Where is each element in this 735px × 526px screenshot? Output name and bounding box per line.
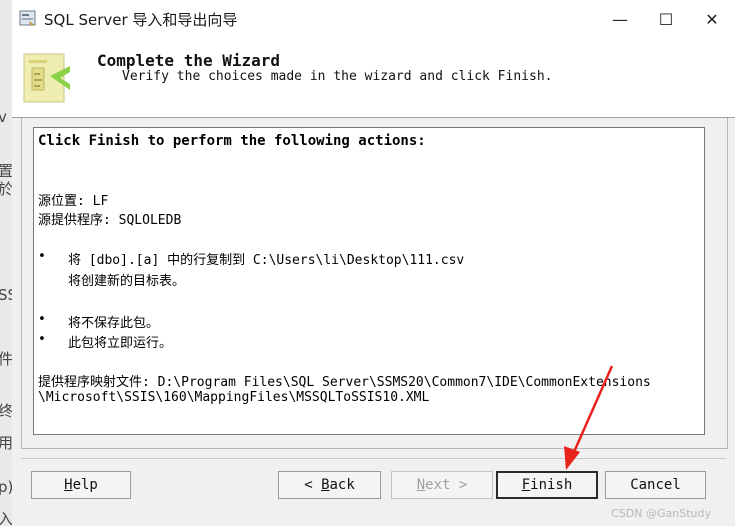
help-label: elp [72, 477, 98, 493]
wizard-header: Complete the Wizard Verify the choices m… [12, 38, 735, 118]
finish-mnemonic: F [521, 477, 531, 493]
sql-server-wizard-app-icon [19, 10, 36, 26]
next-mnemonic: N [416, 477, 426, 493]
page-title: Complete the Wizard [97, 51, 281, 70]
minimize-icon: — [612, 9, 628, 29]
help-mnemonic: H [64, 477, 73, 493]
run-immediately-action: 此包将立即运行。 [68, 336, 173, 351]
create-table-action: 将创建新的目标表。 [68, 274, 186, 289]
background-text: v [0, 108, 7, 126]
back-arrow-label: < [304, 477, 322, 493]
close-button[interactable]: ✕ [689, 0, 735, 38]
help-button[interactable]: Help [31, 471, 131, 499]
bullet-marker: • [38, 332, 46, 347]
window-title: SQL Server 导入和导出向导 [44, 11, 238, 29]
page-subtitle: Verify the choices made in the wizard an… [122, 69, 553, 84]
copy-rows-action: 将 [dbo].[a] 中的行复制到 C:\Users\li\Desktop\1… [68, 253, 465, 268]
finish-label: inish [530, 477, 573, 493]
bullet-marker: • [38, 312, 46, 327]
watermark-text: CSDN @GanStudy [611, 507, 711, 520]
back-label: ack [329, 477, 355, 493]
back-button[interactable]: < Back [278, 471, 381, 499]
cancel-label: Cancel [630, 477, 681, 493]
summary-heading: Click Finish to perform the following ac… [38, 133, 426, 149]
finish-button[interactable]: Finish [496, 471, 598, 499]
title-bar[interactable]: SQL Server 导入和导出向导 — ☐ ✕ [12, 0, 735, 38]
back-mnemonic: B [321, 477, 330, 493]
wizard-dialog: SQL Server 导入和导出向导 — ☐ ✕ Complete the Wi… [12, 0, 735, 526]
summary-textbox[interactable]: Click Finish to perform the following ac… [33, 127, 705, 435]
mapping-file-path-continued: \Microsoft\SSIS\160\MappingFiles\MSSQLTo… [38, 390, 430, 405]
cancel-button[interactable]: Cancel [605, 471, 706, 499]
maximize-icon: ☐ [658, 9, 674, 29]
bullet-marker: • [38, 249, 46, 264]
mapping-file-line: 提供程序映射文件: D:\Program Files\SQL Server\SS… [38, 375, 651, 390]
next-label: ext > [425, 477, 468, 493]
close-icon: ✕ [705, 9, 719, 29]
wizard-page-icon [23, 53, 70, 103]
source-provider-line: 源提供程序: SQLOLEDB [38, 213, 182, 228]
minimize-button[interactable]: — [597, 0, 643, 38]
source-location-line: 源位置: LF [38, 194, 109, 209]
footer-divider [21, 458, 726, 459]
no-save-package-action: 将不保存此包。 [68, 316, 160, 331]
maximize-button[interactable]: ☐ [643, 0, 689, 38]
next-button[interactable]: Next > [391, 471, 493, 499]
